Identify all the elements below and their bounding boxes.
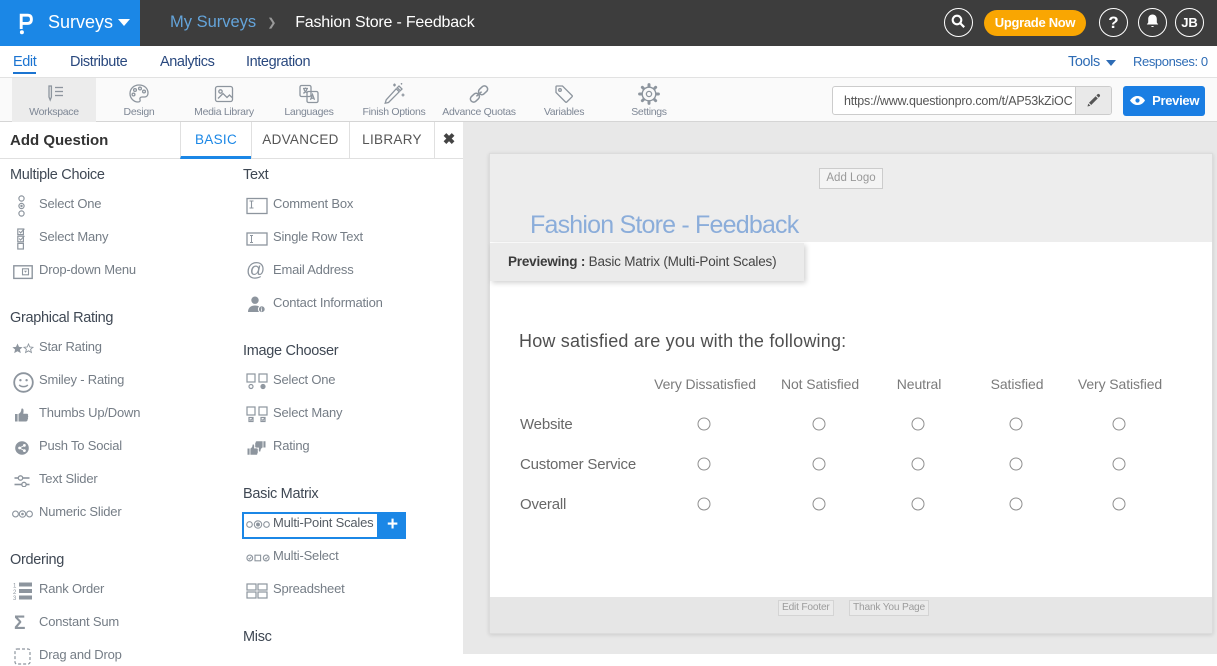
svg-text:3: 3	[13, 596, 17, 600]
svg-text:1: 1	[13, 584, 17, 590]
